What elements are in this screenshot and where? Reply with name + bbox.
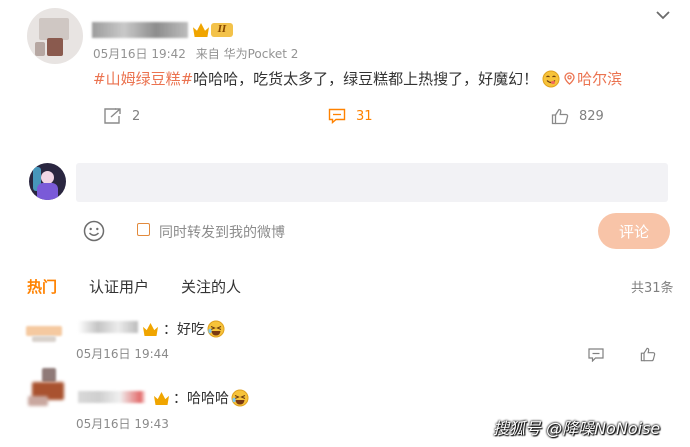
avatar-image-part xyxy=(47,38,63,56)
like-button[interactable]: 829 xyxy=(551,108,604,125)
repost-checkbox-label[interactable]: 同时转发到我的微博 xyxy=(159,222,285,242)
comment-avatar[interactable] xyxy=(26,366,70,410)
post-content: #山姆绿豆糕# 哈哈哈，吃货太多了，绿豆糕都上热搜了，好魔幻！ 哈尔滨 xyxy=(93,68,622,89)
post-source: 来自 华为Pocket 2 xyxy=(195,47,299,61)
watermark: 搜狐号 @降噪NoNoise xyxy=(493,419,661,438)
repost-count: 2 xyxy=(132,108,141,124)
comment-username-blurred[interactable] xyxy=(78,321,138,333)
comment-time: 05月16日 19:44 xyxy=(76,347,169,361)
comment-time: 05月16日 19:43 xyxy=(76,417,169,431)
location-name: 哈尔滨 xyxy=(577,70,623,88)
laughing-emoji-icon xyxy=(231,389,249,407)
location-pin-icon xyxy=(564,72,575,85)
hashtag-link[interactable]: #山姆绿豆糕# xyxy=(93,68,193,89)
current-user-avatar[interactable] xyxy=(29,163,66,200)
like-count: 829 xyxy=(579,109,604,124)
comment-body: ：哈哈哈 xyxy=(173,391,229,407)
comment-input[interactable] xyxy=(76,163,668,202)
avatar-image-part xyxy=(39,18,69,40)
post-meta: 05月16日 19:42 来自 华为Pocket 2 xyxy=(93,45,298,62)
comment-count: 31 xyxy=(356,108,373,124)
thumbs-up-icon xyxy=(551,108,569,125)
post-date[interactable]: 05月16日 19:42 xyxy=(93,47,186,61)
crown-icon xyxy=(143,323,158,336)
tab-following[interactable]: 关注的人 xyxy=(181,276,241,297)
repost-checkbox[interactable] xyxy=(137,223,150,236)
avatar-image-part xyxy=(28,396,48,406)
location-link[interactable]: 哈尔滨 xyxy=(564,68,622,89)
vip-level: II xyxy=(211,23,233,37)
tab-hot[interactable]: 热门 xyxy=(27,276,57,297)
repost-button[interactable]: 2 xyxy=(104,108,140,124)
thumbs-up-icon[interactable] xyxy=(640,347,656,362)
comment-text: ：哈哈哈 xyxy=(173,388,249,408)
smiley-icon[interactable] xyxy=(83,220,105,242)
avatar-image-part xyxy=(26,326,62,336)
post-author-name-blurred[interactable] xyxy=(92,22,188,38)
share-icon xyxy=(104,108,121,124)
crown-icon xyxy=(193,23,209,37)
avatar-image-part xyxy=(32,336,56,342)
post-author-avatar[interactable] xyxy=(27,8,83,64)
comment-total: 共31条 xyxy=(631,281,674,296)
reply-icon[interactable] xyxy=(588,348,604,362)
comment-avatar[interactable] xyxy=(26,318,66,358)
avatar-image-part xyxy=(42,368,56,382)
tab-verified-users[interactable]: 认证用户 xyxy=(89,276,149,297)
laughing-emoji-icon xyxy=(207,320,225,338)
comment-body: ：好吃 xyxy=(163,322,205,338)
post-body-text: 哈哈哈，吃货太多了，绿豆糕都上热搜了，好魔幻！ xyxy=(193,70,539,88)
comment-icon xyxy=(328,108,346,124)
avatar-image-part xyxy=(37,183,58,200)
comment-text: ：好吃 xyxy=(163,319,225,339)
crown-icon xyxy=(154,392,169,405)
submit-comment-button[interactable]: 评论 xyxy=(598,213,670,249)
comment-username-blurred[interactable] xyxy=(78,391,146,403)
yummy-face-emoji-icon xyxy=(542,70,560,87)
chevron-down-icon[interactable] xyxy=(655,8,671,22)
avatar-image-part xyxy=(35,42,45,56)
vip-badge[interactable]: II xyxy=(193,22,233,38)
comment-button[interactable]: 31 xyxy=(328,108,373,124)
